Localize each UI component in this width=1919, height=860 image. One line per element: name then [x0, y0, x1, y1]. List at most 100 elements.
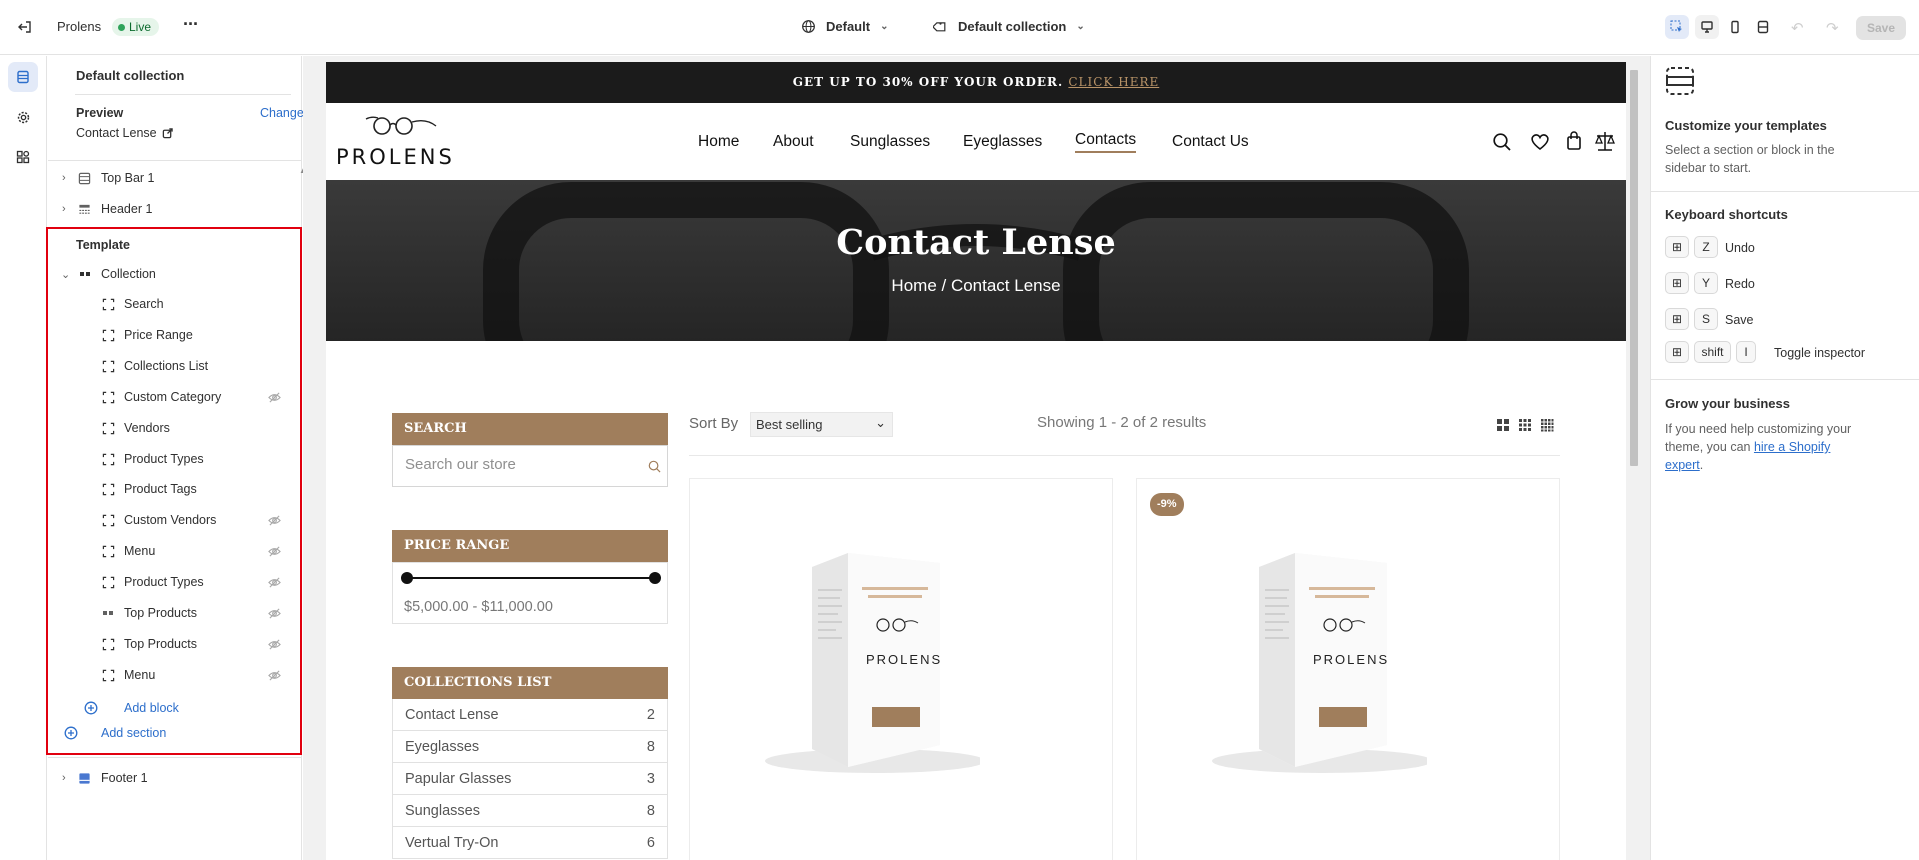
chevron-right-icon[interactable]: ›	[62, 172, 66, 184]
mobile-icon[interactable]	[1723, 15, 1747, 39]
locale-selector[interactable]: Default ⌄	[801, 19, 888, 34]
section-top-bar[interactable]: › Top Bar 1	[48, 164, 302, 192]
product-card[interactable]: -9% PROLENS	[1136, 478, 1560, 860]
collection-name: Eyeglasses	[405, 738, 480, 755]
collection-count: 8	[646, 738, 655, 755]
globe-icon	[802, 20, 815, 33]
collections-widget-heading: COLLECTIONS LIST	[392, 667, 668, 699]
template-selector[interactable]: Default collection ⌄	[933, 19, 1085, 34]
cart-bag-icon[interactable]	[1566, 131, 1582, 151]
section-icon	[78, 172, 91, 185]
wishlist-heart-icon[interactable]	[1530, 133, 1550, 151]
live-dot-icon	[118, 23, 125, 31]
box-logo-text: PROLENS	[866, 652, 943, 667]
shortcut-key: S	[1694, 308, 1718, 330]
product-box-image[interactable]: PROLENS	[750, 539, 980, 779]
collection-list-item[interactable]: Eyeglasses 8	[392, 731, 668, 763]
section-header[interactable]: › Header 1	[48, 195, 302, 223]
search-icon[interactable]	[648, 460, 661, 473]
nav-eyeglasses[interactable]: Eyeglasses	[963, 133, 1042, 151]
promo-text: GET UP TO 30% OFF YOUR ORDER.	[792, 75, 1064, 89]
nav-home[interactable]: Home	[698, 133, 739, 151]
collection-list-item[interactable]: Contact Lense 2	[392, 699, 668, 731]
shortcuts-title: Keyboard shortcuts	[1665, 207, 1788, 222]
apps-icon[interactable]	[8, 142, 38, 172]
shortcut-key: I	[1736, 341, 1756, 363]
divider	[48, 160, 302, 161]
preview-value-link[interactable]: Contact Lense	[76, 126, 173, 140]
section-layout-icon	[1665, 66, 1695, 96]
editor-topbar: Prolens Live ··· Default ⌄ Default colle…	[0, 0, 1919, 55]
price-min-handle[interactable]	[401, 572, 413, 584]
nav-contacts[interactable]: Contacts	[1075, 131, 1137, 153]
list-view-icon[interactable]	[1540, 418, 1554, 432]
product-card[interactable]: PROLENS	[689, 478, 1113, 860]
inspector-icon[interactable]	[1665, 15, 1689, 39]
sort-by-value: Best selling	[756, 417, 823, 432]
cmd-key-icon: ⊞	[1665, 236, 1689, 258]
nav-sunglasses[interactable]: Sunglasses	[850, 133, 930, 151]
preview-scrollbar[interactable]	[1627, 62, 1641, 860]
collection-list-item[interactable]: Vertual Try-On 6	[392, 827, 668, 859]
customize-title: Customize your templates	[1665, 118, 1827, 133]
collection-name: Contact Lense	[405, 706, 499, 723]
settings-gear-icon[interactable]	[8, 102, 38, 132]
desktop-icon[interactable]	[1695, 15, 1719, 39]
collection-title: Contact Lense	[836, 222, 1116, 263]
grid-3-view-icon[interactable]	[1518, 418, 1532, 432]
shift-key: shift	[1694, 341, 1731, 363]
grow-title: Grow your business	[1665, 396, 1790, 411]
collection-count: 2	[646, 706, 655, 723]
save-button[interactable]: Save	[1856, 16, 1906, 40]
price-range-value: $5,000.00 - $11,000.00	[404, 599, 553, 615]
sort-by-label: Sort By	[689, 415, 739, 432]
compare-scale-icon[interactable]	[1594, 130, 1616, 152]
collection-count: 8	[646, 802, 655, 819]
section-footer[interactable]: › Footer 1	[48, 764, 302, 792]
fullscreen-icon[interactable]	[1751, 15, 1775, 39]
collection-count: 6	[646, 834, 655, 851]
product-box-image[interactable]: PROLENS	[1197, 539, 1427, 779]
search-icon[interactable]	[1492, 132, 1512, 152]
exit-icon[interactable]	[17, 19, 33, 35]
more-actions-button[interactable]: ···	[183, 14, 199, 35]
chevron-right-icon[interactable]: ›	[62, 203, 66, 215]
store-search-input[interactable]: Search our store	[392, 445, 668, 487]
shortcut-key: Y	[1694, 272, 1718, 294]
nav-about[interactable]: About	[773, 133, 814, 151]
collection-list-item[interactable]: Sunglasses 8	[392, 795, 668, 827]
shortcut-key: Z	[1694, 236, 1718, 258]
promo-bar: GET UP TO 30% OFF YOUR ORDER. CLICK HERE	[326, 62, 1626, 103]
price-max-handle[interactable]	[649, 572, 661, 584]
chevron-down-icon: ⌄	[880, 21, 889, 32]
cmd-key-icon: ⊞	[1665, 272, 1689, 294]
discount-badge: -9%	[1150, 493, 1184, 516]
inspector-panel: Customize your templates Select a sectio…	[1650, 56, 1919, 860]
collection-list-item[interactable]: Papular Glasses 3	[392, 763, 668, 795]
collection-name: Papular Glasses	[405, 770, 512, 787]
chevron-down-icon: ⌄	[875, 415, 886, 430]
divider	[1651, 191, 1919, 192]
undo-icon[interactable]: ↶	[1791, 19, 1804, 37]
section-label: Header 1	[101, 202, 153, 216]
store-preview: GET UP TO 30% OFF YOUR ORDER. CLICK HERE…	[326, 62, 1626, 860]
collection-count: 3	[646, 770, 655, 787]
sort-by-select[interactable]: Best selling ⌄	[750, 412, 893, 437]
sections-icon[interactable]	[8, 62, 38, 92]
template-label: Default collection	[958, 19, 1067, 34]
search-widget-heading: SEARCH	[392, 413, 668, 445]
collection-name: Vertual Try-On	[405, 834, 499, 851]
collection-hero: Contact Lense Home / Contact Lense	[326, 180, 1626, 341]
external-link-icon	[162, 127, 173, 138]
scrollbar-thumb[interactable]	[1630, 70, 1638, 466]
nav-contact-us[interactable]: Contact Us	[1172, 133, 1249, 151]
store-name: Prolens	[57, 19, 102, 34]
chevron-right-icon[interactable]: ›	[62, 772, 66, 784]
cmd-key-icon: ⊞	[1665, 308, 1689, 330]
promo-link[interactable]: CLICK HERE	[1068, 75, 1159, 89]
preview-label: Preview	[76, 106, 124, 120]
change-preview-link[interactable]: Change	[260, 106, 304, 120]
grid-2-view-icon[interactable]	[1496, 418, 1510, 432]
tag-icon	[933, 22, 946, 32]
redo-icon[interactable]: ↷	[1826, 19, 1839, 37]
